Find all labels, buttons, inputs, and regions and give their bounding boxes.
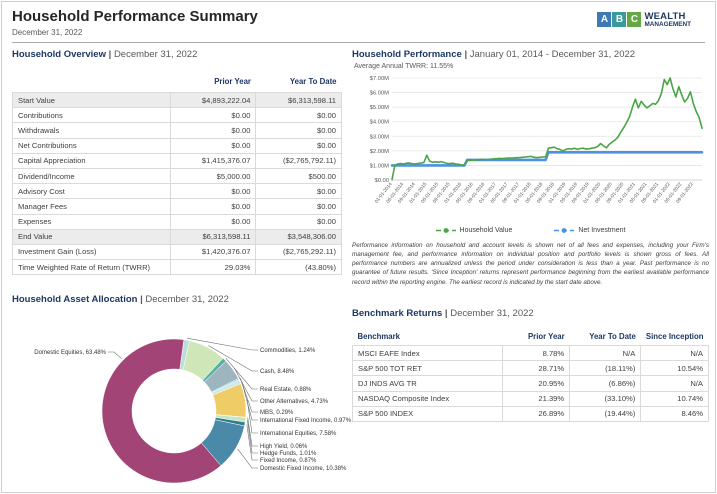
donut-slice-label: Cash, 8.48% bbox=[260, 369, 295, 375]
chart-legend: Household Value Net Investment bbox=[352, 227, 709, 234]
table-row: Start Value $4,893,222.04 $6,313,598.11 bbox=[12, 91, 342, 109]
logo-wordmark: WEALTH MANAGEMENT bbox=[644, 12, 691, 28]
logo-letter-a-icon: A bbox=[597, 12, 612, 28]
col-year-to-date: Year To Date bbox=[289, 77, 337, 86]
donut-slice-label: Fixed Income, 0.87% bbox=[260, 458, 317, 464]
performance-section-title: Household Performance | January 01, 2014… bbox=[352, 49, 636, 60]
svg-text:$7.00M: $7.00M bbox=[370, 76, 390, 82]
report-header: Household Performance Summary December 3… bbox=[12, 8, 705, 42]
table-row: Manager Fees $0.00 $0.00 bbox=[12, 198, 342, 215]
household-overview-table: Prior Year Year To Date Start Value $4,89… bbox=[12, 74, 342, 276]
logo-letter-boxes: A B C bbox=[597, 12, 642, 28]
benchmark-header-row: Benchmark Prior Year Year To Date Since … bbox=[352, 329, 709, 346]
legend-household-value: Household Value bbox=[435, 227, 512, 234]
company-logo: A B C WEALTH MANAGEMENT bbox=[597, 12, 691, 28]
table-row: Net Contributions $0.00 $0.00 bbox=[12, 137, 342, 154]
table-row: Advisory Cost $0.00 $0.00 bbox=[12, 183, 342, 200]
report-page: Household Performance Summary December 3… bbox=[1, 1, 716, 493]
donut-slice-label: Domestic Fixed Income, 10.38% bbox=[260, 466, 347, 472]
household-value-marker-icon bbox=[435, 228, 456, 233]
benchmark-returns-section: Benchmark Returns | December 31, 2022 Be… bbox=[352, 308, 709, 422]
donut-slice-label: MBS, 0.29% bbox=[260, 410, 294, 416]
donut-slice-label: Hedge Funds, 1.01% bbox=[260, 451, 317, 457]
col-benchmark: Benchmark bbox=[352, 329, 503, 346]
col-bench-ytd: Year To Date bbox=[569, 329, 641, 346]
report-date: December 31, 2022 bbox=[12, 28, 83, 37]
logo-letter-c-icon: C bbox=[627, 12, 642, 28]
svg-text:$5.00M: $5.00M bbox=[370, 105, 390, 111]
svg-text:$6.00M: $6.00M bbox=[370, 91, 390, 97]
table-row: DJ INDS AVG TR 20.95% (6.86%) N/A bbox=[352, 375, 709, 392]
donut-slice-label: Other Alternatives, 4.73% bbox=[260, 399, 329, 405]
household-performance-section: Household Performance | January 01, 2014… bbox=[352, 49, 709, 287]
svg-text:$0.00: $0.00 bbox=[374, 178, 389, 184]
svg-text:$2.00M: $2.00M bbox=[370, 149, 390, 155]
donut-slice-label: High Yield, 0.06% bbox=[260, 444, 308, 450]
header-divider bbox=[12, 42, 705, 43]
donut-slice-label: International Equities, 7.58% bbox=[260, 431, 337, 437]
logo-letter-b-icon: B bbox=[612, 12, 627, 28]
table-row: Investment Gain (Loss) $1,420,376.07 ($2,7… bbox=[12, 243, 342, 261]
svg-text:$1.00M: $1.00M bbox=[370, 163, 390, 169]
table-row: S&P 500 TOT RET 28.71% (18.11%) 10.54% bbox=[352, 360, 709, 377]
col-prior-year: Prior Year bbox=[214, 77, 251, 86]
legend-net-investment: Net Investment bbox=[554, 227, 625, 234]
performance-disclaimer: Performance information on household and… bbox=[352, 242, 709, 286]
asset-allocation-section: Household Asset Allocation | December 31… bbox=[6, 294, 352, 494]
table-row: NASDAQ Composite Index 21.39% (33.10%) 10.7… bbox=[352, 390, 709, 407]
allocation-section-title: Household Asset Allocation | December 31… bbox=[12, 294, 229, 305]
col-since-inception: Since Inception bbox=[640, 329, 709, 346]
table-row: Dividend/Income $5,000.00 $500.00 bbox=[12, 167, 342, 185]
table-row: MSCI EAFE Index 8.78% N/A N/A bbox=[352, 344, 709, 362]
performance-line-chart: $0.00 $1.00M $2.00M $3.00M $4.00M $5.00M $6.00… bbox=[370, 76, 704, 205]
table-row: Expenses $0.00 $0.00 bbox=[12, 213, 342, 230]
table-row: Contributions $0.00 $0.00 bbox=[12, 107, 342, 124]
overview-section-title: Household Overview | December 31, 2022 bbox=[12, 49, 198, 60]
donut-slice-label: Commodities, 1.24% bbox=[260, 348, 316, 354]
donut-slice-label: Domestic Equities, 63.48% bbox=[34, 350, 106, 356]
table-row: Time Weighted Rate of Return (TWRR) 29.03… bbox=[12, 259, 342, 276]
col-bench-prior-year: Prior Year bbox=[502, 329, 570, 346]
svg-text:$4.00M: $4.00M bbox=[370, 120, 390, 126]
table-row: S&P 500 INDEX 26.89% (19.44%) 8.46% bbox=[352, 405, 709, 422]
table-row: Withdrawals $0.00 $0.00 bbox=[12, 122, 342, 139]
table-row: End Value $6,313,598.11 $3,548,306.00 bbox=[12, 228, 342, 245]
average-annual-twrr: Average Annual TWRR: 11.55% bbox=[354, 63, 454, 70]
logo-management-text: MANAGEMENT bbox=[644, 20, 691, 28]
benchmark-section-title: Benchmark Returns | December 31, 2022 bbox=[352, 308, 534, 319]
svg-text:$3.00M: $3.00M bbox=[370, 134, 390, 140]
overview-header-row: Prior Year Year To Date bbox=[13, 74, 342, 93]
donut-slice-label: Real Estate, 0.88% bbox=[260, 387, 312, 393]
asset-allocation-donut-chart: Commodities, 1.24% Cash, 8.48% Real Estate… bbox=[34, 337, 352, 484]
table-row: Capital Appreciation $1,415,376.07 ($2,765… bbox=[12, 152, 342, 169]
net-investment-marker-icon bbox=[554, 228, 575, 233]
donut-slice-label: International Fixed Income, 0.97% bbox=[260, 418, 351, 424]
benchmark-returns-table: Benchmark Prior Year Year To Date Since … bbox=[352, 329, 709, 422]
household-overview-section: Household Overview | December 31, 2022 P… bbox=[12, 49, 342, 276]
